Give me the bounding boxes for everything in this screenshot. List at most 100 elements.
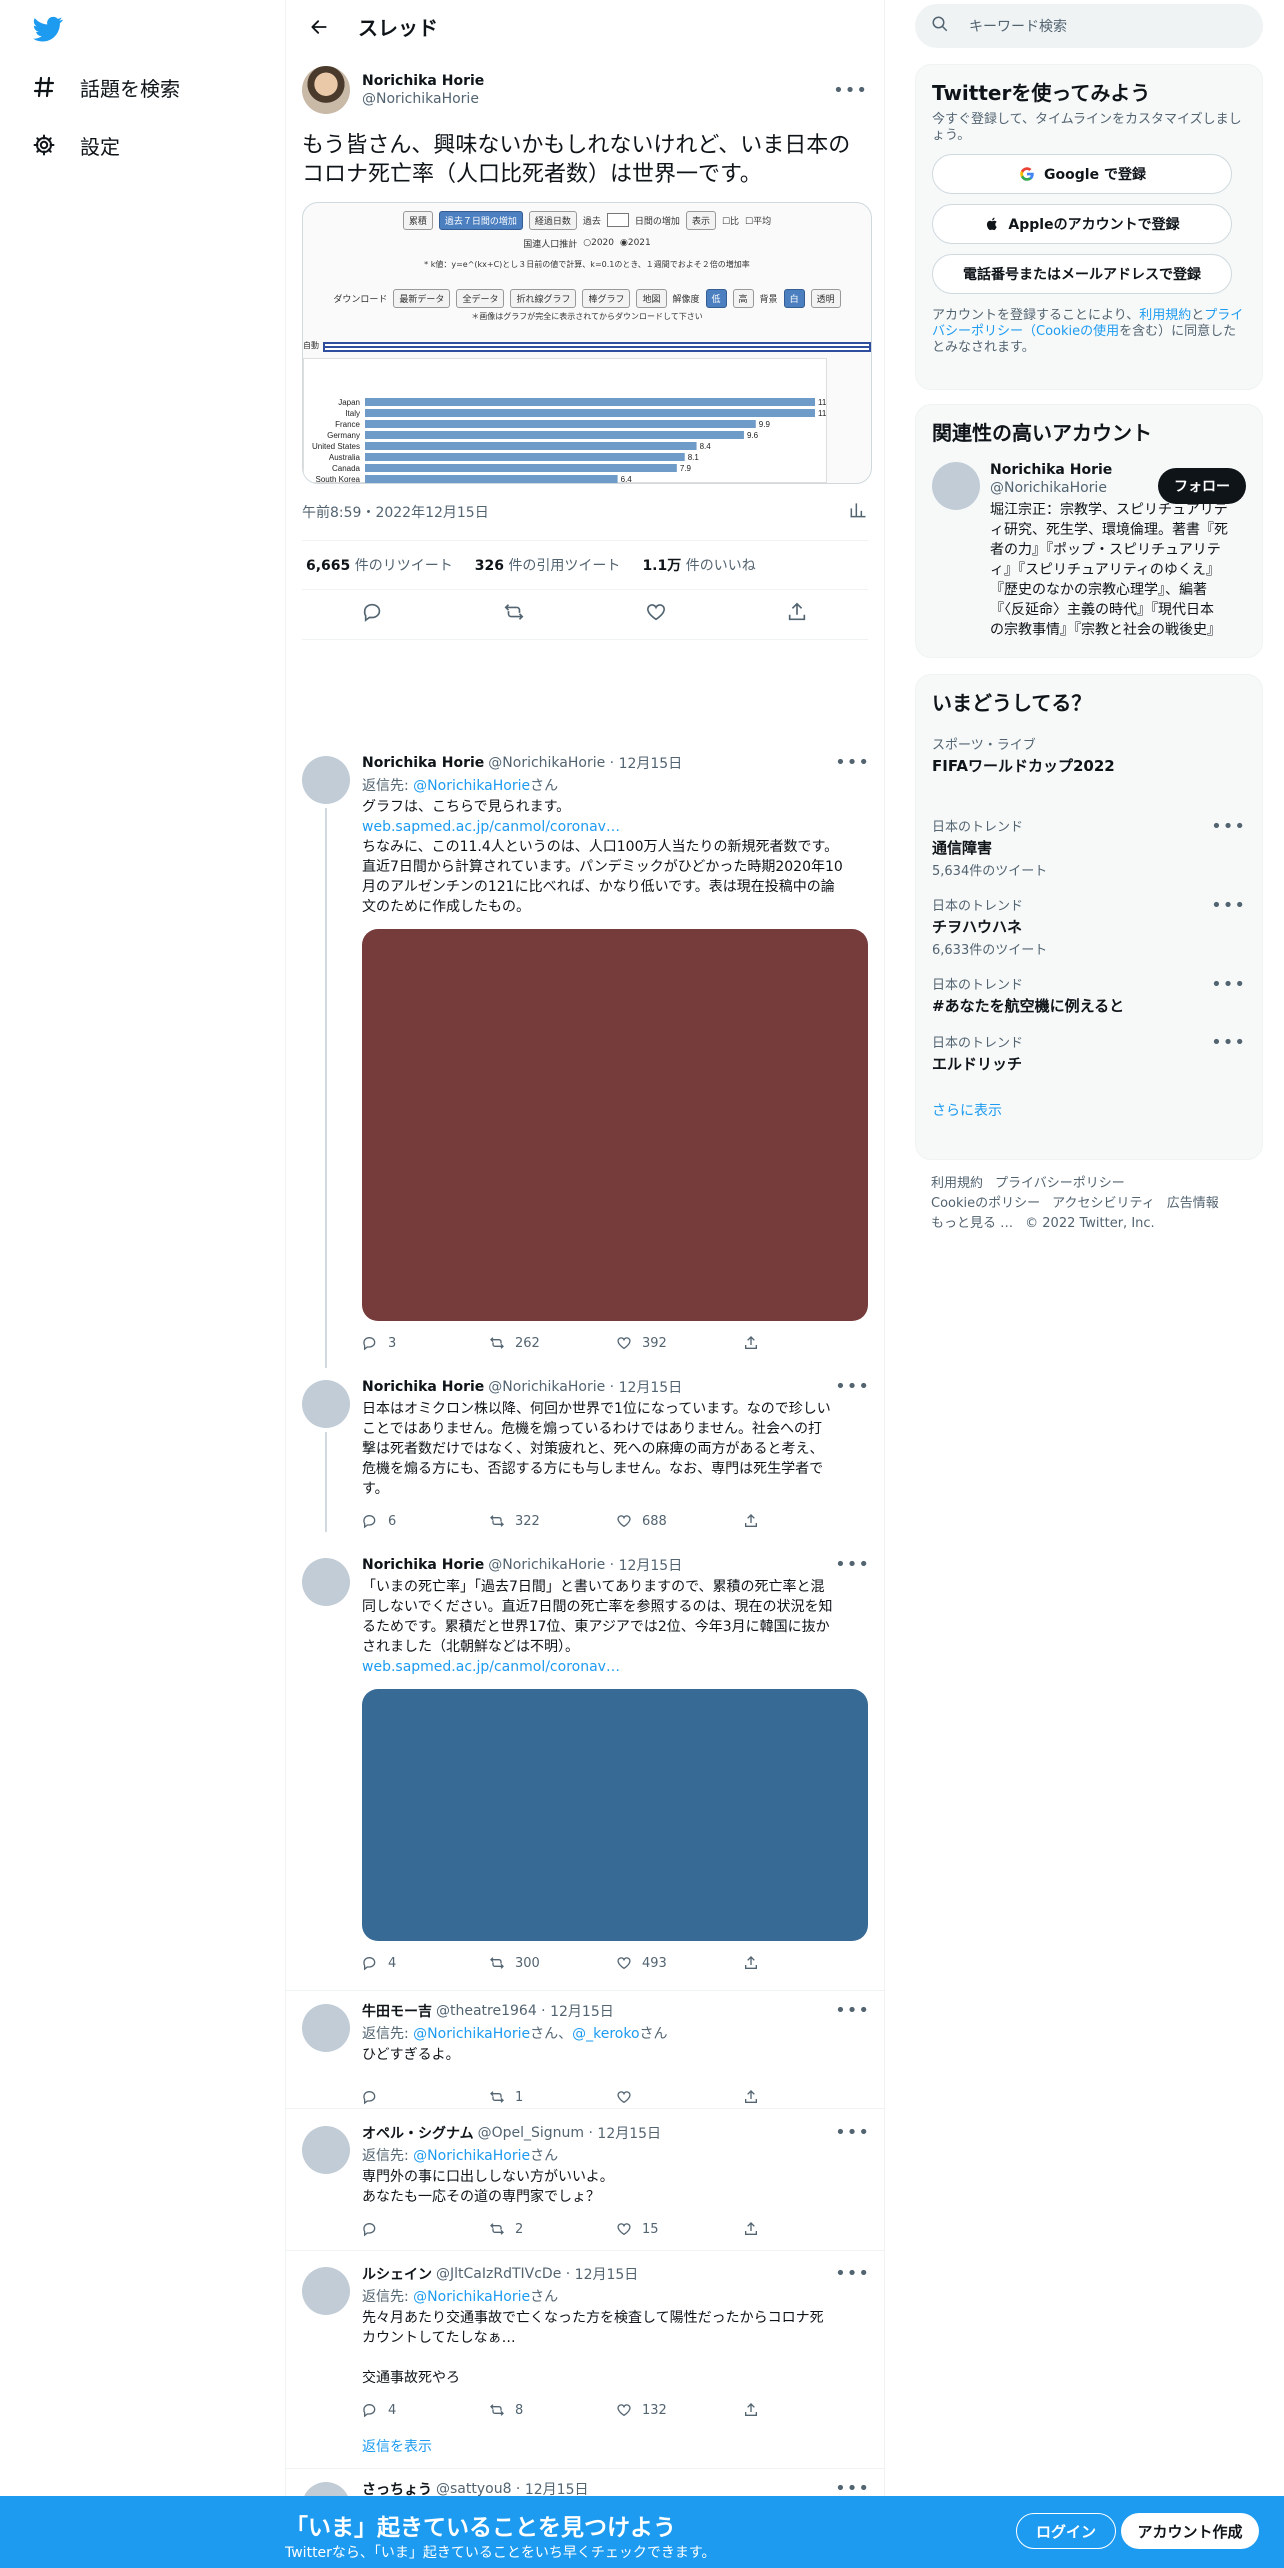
trend-item[interactable]: 日本のトレンド 通信障害 5,634件のツイート ••• xyxy=(932,816,1246,879)
search-input[interactable]: キーワード検索 xyxy=(969,16,1067,36)
analytics-icon[interactable] xyxy=(848,500,868,524)
google-signup-button[interactable]: Google で登録 xyxy=(932,154,1232,194)
external-link[interactable]: web.sapmed.ac.jp/canmol/coronav… xyxy=(362,1657,870,1677)
mention-link[interactable]: @NorichikaHorie xyxy=(413,2026,530,2042)
reply-button[interactable]: 4 xyxy=(362,2402,489,2418)
tweet-date[interactable]: 12月15日 xyxy=(619,1377,683,1397)
twitter-logo-icon[interactable] xyxy=(30,14,66,44)
username[interactable]: @Opel_Signum xyxy=(478,2125,584,2141)
display-name[interactable]: Norichika Horie xyxy=(362,1379,484,1395)
avatar[interactable] xyxy=(302,2267,350,2315)
like-button[interactable]: 132 xyxy=(616,2402,743,2418)
avatar[interactable] xyxy=(302,66,350,114)
more-options-icon[interactable]: ••• xyxy=(833,80,868,101)
back-arrow-icon[interactable] xyxy=(302,10,336,44)
follow-button[interactable]: フォロー xyxy=(1158,468,1246,504)
username[interactable]: @NorichikaHorie xyxy=(488,755,605,771)
quote-count[interactable]: 326 件の引用ツイート xyxy=(475,555,621,575)
tweet-date[interactable]: 12月15日 xyxy=(575,2264,639,2284)
tweet-image-card[interactable]: 累積 過去７日間の増加 経過日数 過去 日間の増加 表示 ☐比 ☐平均 国連人口推… xyxy=(302,201,872,484)
reply-tweet[interactable]: オペル・シグナム @Opel_Signum · 12月15日 ••• 返信先: @N… xyxy=(286,2122,884,2245)
tweet-date[interactable]: 12月15日 xyxy=(619,753,683,773)
footer-link[interactable]: アクセシビリティ xyxy=(1052,1196,1155,1211)
phone-email-signup-button[interactable]: 電話番号またはメールアドレスで登録 xyxy=(932,254,1232,294)
username[interactable]: @NorichikaHorie xyxy=(362,91,484,107)
retweet-button[interactable]: 300 xyxy=(489,1955,616,1971)
retweet-count[interactable]: 6,665 件のリツイート xyxy=(306,555,453,575)
trend-item[interactable]: 日本のトレンド チヲハウハネ 6,633件のツイート ••• xyxy=(932,895,1246,958)
more-options-icon[interactable]: ••• xyxy=(1211,1032,1246,1053)
like-button[interactable]: 493 xyxy=(616,1955,743,1971)
mention-link[interactable]: @NorichikaHorie xyxy=(413,2289,530,2305)
display-name[interactable]: 牛田モー吉 xyxy=(362,2001,432,2021)
share-button[interactable] xyxy=(743,1513,870,1529)
like-icon[interactable] xyxy=(645,601,667,627)
avatar[interactable] xyxy=(302,2126,350,2174)
like-button[interactable]: 15 xyxy=(616,2221,743,2237)
share-button[interactable] xyxy=(743,2089,870,2105)
trend-item[interactable]: 日本のトレンド #あなたを航空機に例えると ••• xyxy=(932,974,1246,1016)
search-box[interactable]: キーワード検索 xyxy=(915,4,1263,48)
display-name[interactable]: ルシェイン xyxy=(362,2264,432,2284)
username[interactable]: @NorichikaHorie xyxy=(488,1379,605,1395)
avatar[interactable] xyxy=(932,462,980,510)
tweet-image[interactable] xyxy=(362,1689,868,1941)
username[interactable]: @sattyou8 xyxy=(436,2481,511,2497)
share-button[interactable] xyxy=(743,1335,870,1351)
tweet-image[interactable] xyxy=(362,929,868,1321)
footer-more[interactable]: もっと見る … xyxy=(931,1216,1013,1231)
thread-tweet[interactable]: Norichika Horie @NorichikaHorie · 12月15日 •… xyxy=(286,1376,884,1537)
like-button[interactable] xyxy=(616,2089,743,2105)
retweet-button[interactable]: 2 xyxy=(489,2221,616,2237)
reply-button[interactable] xyxy=(362,2221,489,2237)
show-replies-link[interactable]: 返信を表示 xyxy=(362,2436,870,2456)
username[interactable]: @JltCaIzRdTIVcDe xyxy=(436,2266,561,2282)
reply-button[interactable]: 6 xyxy=(362,1513,489,1529)
retweet-button[interactable]: 262 xyxy=(489,1335,616,1351)
footer-link[interactable]: 利用規約 xyxy=(931,1176,983,1191)
more-options-icon[interactable]: ••• xyxy=(835,1376,870,1397)
retweet-icon[interactable] xyxy=(503,601,525,627)
display-name[interactable]: Norichika Horie xyxy=(362,755,484,771)
tweet-date[interactable]: 12月15日 xyxy=(550,2001,614,2021)
more-options-icon[interactable]: ••• xyxy=(835,2000,870,2021)
apple-signup-button[interactable]: Appleのアカウントで登録 xyxy=(932,204,1232,244)
more-options-icon[interactable]: ••• xyxy=(835,2122,870,2143)
login-button[interactable]: ログイン xyxy=(1016,2513,1116,2549)
more-options-icon[interactable]: ••• xyxy=(1211,895,1246,916)
mention-link[interactable]: @NorichikaHorie xyxy=(413,778,530,794)
nav-settings[interactable]: 設定 xyxy=(30,125,120,165)
tweet-date[interactable]: 12月15日 xyxy=(597,2123,661,2143)
thread-tweet[interactable]: Norichika Horie @NorichikaHorie · 12月15日 •… xyxy=(286,752,884,1359)
show-more-link[interactable]: さらに表示 xyxy=(932,1100,1246,1120)
reply-icon[interactable] xyxy=(362,601,384,627)
retweet-button[interactable]: 8 xyxy=(489,2402,616,2418)
retweet-button[interactable]: 322 xyxy=(489,1513,616,1529)
avatar[interactable] xyxy=(302,2004,350,2052)
mention-link[interactable]: @_keroko xyxy=(572,2026,639,2042)
avatar[interactable] xyxy=(302,756,350,804)
like-button[interactable]: 392 xyxy=(616,1335,743,1351)
share-icon[interactable] xyxy=(786,601,808,627)
share-button[interactable] xyxy=(743,2402,870,2418)
mention-link[interactable]: @NorichikaHorie xyxy=(413,2148,530,2164)
thread-tweet[interactable]: Norichika Horie @NorichikaHorie · 12月15日 •… xyxy=(286,1554,884,1979)
footer-link[interactable]: Cookieのポリシー xyxy=(931,1196,1040,1211)
terms-link[interactable]: 利用規約 xyxy=(1139,308,1191,323)
nav-explore[interactable]: 話題を検索 xyxy=(30,67,180,107)
external-link[interactable]: web.sapmed.ac.jp/canmol/coronav… xyxy=(362,817,870,837)
avatar[interactable] xyxy=(302,1558,350,1606)
like-button[interactable]: 688 xyxy=(616,1513,743,1529)
more-options-icon[interactable]: ••• xyxy=(835,2263,870,2284)
username[interactable]: @theatre1964 xyxy=(436,2003,537,2019)
footer-link[interactable]: プライバシーポリシー xyxy=(995,1176,1125,1191)
tweet-date[interactable]: 12月15日 xyxy=(619,1555,683,1575)
more-options-icon[interactable]: ••• xyxy=(835,752,870,773)
reply-tweet[interactable]: ルシェイン @JltCaIzRdTIVcDe · 12月15日 ••• 返信先: @… xyxy=(286,2263,884,2456)
reply-button[interactable] xyxy=(362,2089,489,2105)
more-options-icon[interactable]: ••• xyxy=(1211,974,1246,995)
trend-item[interactable]: 日本のトレンド エルドリッチ ••• xyxy=(932,1032,1246,1074)
signup-button[interactable]: アカウント作成 xyxy=(1121,2513,1259,2549)
footer-link[interactable]: 広告情報 xyxy=(1167,1196,1219,1211)
avatar[interactable] xyxy=(302,1380,350,1428)
